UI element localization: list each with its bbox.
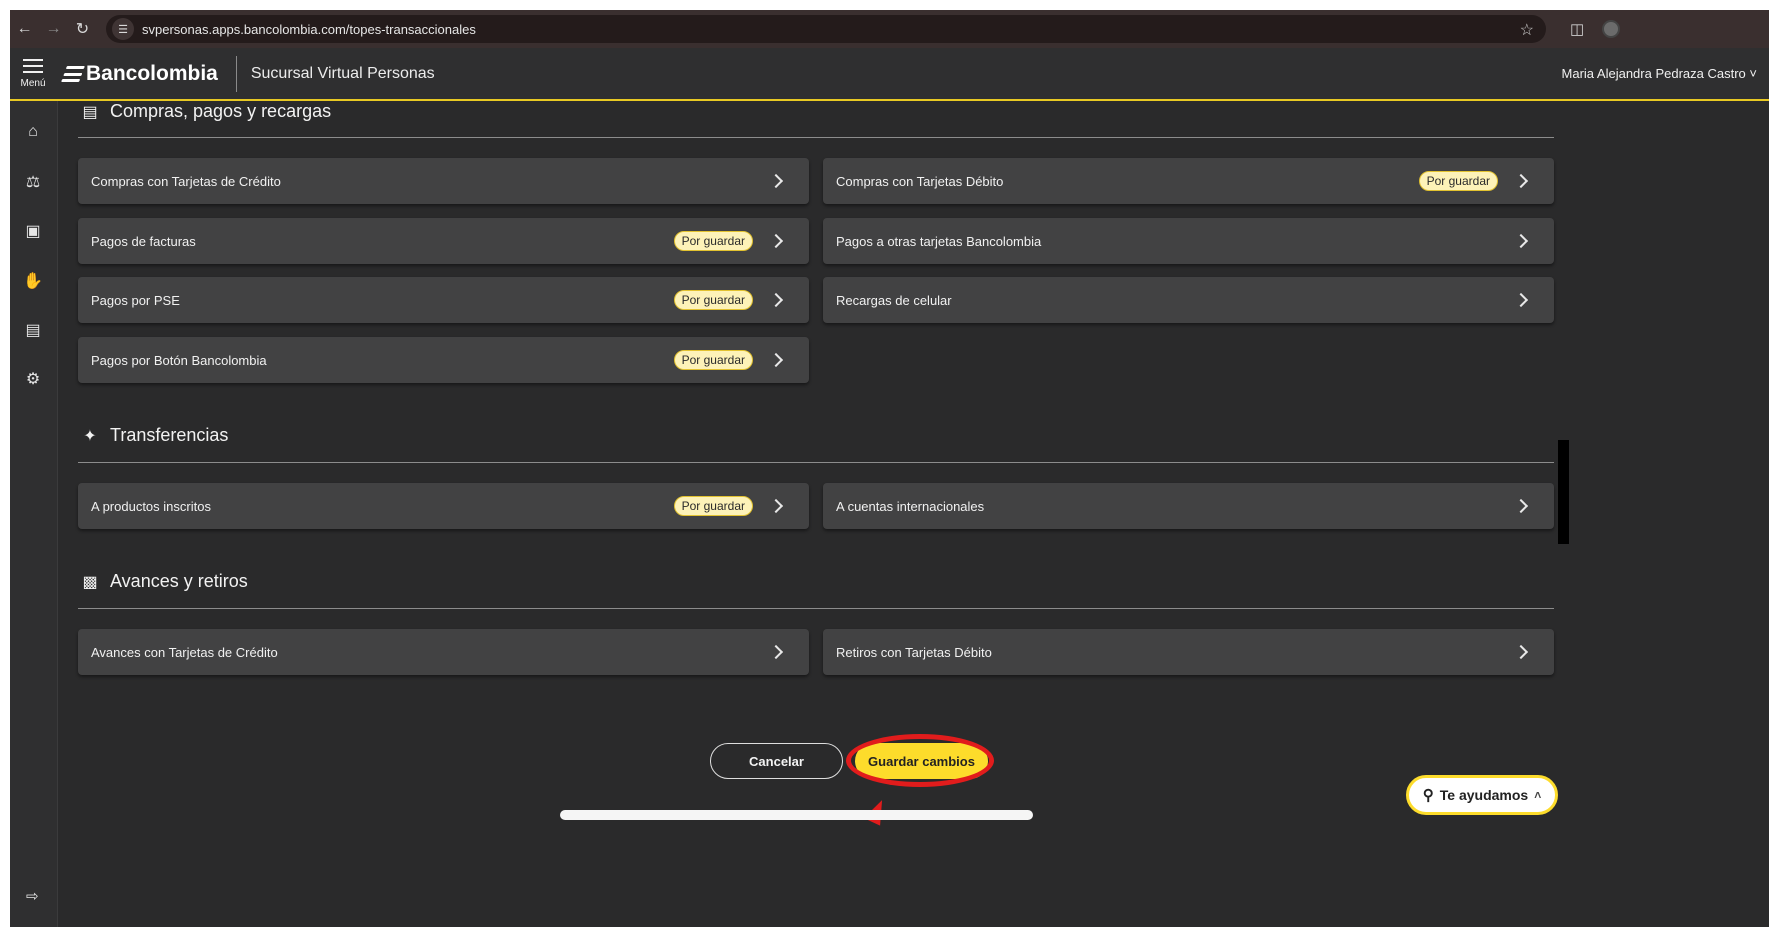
section-title-avances: ▩ Avances y retiros xyxy=(80,571,248,592)
section-divider xyxy=(78,608,1554,609)
limit-card-boton-bancolombia[interactable]: Pagos por Botón Bancolombia Por guardar xyxy=(78,337,809,383)
limit-card-productos-inscritos[interactable]: A productos inscritos Por guardar xyxy=(78,483,809,529)
section-title-text: Compras, pagos y recargas xyxy=(110,101,332,121)
card-label: Pagos de facturas xyxy=(91,233,196,249)
hand-coin-icon[interactable]: ✋ xyxy=(22,270,44,292)
chevron-right-icon xyxy=(1513,173,1529,189)
side-edge-tab[interactable] xyxy=(1558,440,1569,544)
card-label: A productos inscritos xyxy=(91,498,211,514)
browser-extensions: ◫ xyxy=(1570,10,1621,48)
url-text[interactable]: svpersonas.apps.bancolombia.com/topes-tr… xyxy=(142,22,476,37)
status-badge: Por guardar xyxy=(1418,171,1498,191)
card-icon[interactable]: ▣ xyxy=(22,220,44,242)
status-badge: Por guardar xyxy=(673,231,753,251)
site-info-icon[interactable]: ☰ xyxy=(112,18,134,40)
help-label: Te ayudamos xyxy=(1439,787,1529,803)
status-badge: Por guardar xyxy=(673,496,753,516)
status-badge: Por guardar xyxy=(673,350,753,370)
chevron-right-icon xyxy=(768,233,784,249)
chevron-right-icon xyxy=(1513,292,1529,308)
home-icon[interactable]: ⌂ xyxy=(22,121,44,143)
section-title-text: Avances y retiros xyxy=(110,571,248,591)
brand-name: Bancolombia xyxy=(86,61,218,85)
section-divider xyxy=(78,462,1554,463)
card-label: Avances con Tarjetas de Crédito xyxy=(91,644,278,660)
document-icon[interactable]: ▤ xyxy=(22,319,44,341)
bookmark-star-icon[interactable]: ☆ xyxy=(1520,20,1534,40)
bancolombia-logo[interactable]: Bancolombia xyxy=(61,61,218,86)
back-icon[interactable]: ← xyxy=(10,10,39,48)
reload-icon[interactable]: ↻ xyxy=(68,10,97,48)
location-pin-icon: ⚲ xyxy=(1422,787,1434,804)
user-menu[interactable]: Maria Alejandra Pedraza Castro ˅ xyxy=(1562,66,1757,81)
limit-card-pagos-facturas[interactable]: Pagos de facturas Por guardar xyxy=(78,218,809,264)
horizontal-scroll-indicator[interactable] xyxy=(560,810,1033,820)
card-label: A cuentas internacionales xyxy=(836,498,985,514)
address-bar[interactable]: ☰ svpersonas.apps.bancolombia.com/topes-… xyxy=(106,15,1546,43)
chevron-up-icon: ˄ xyxy=(1534,788,1542,802)
extensions-icon[interactable]: ◫ xyxy=(1570,20,1584,38)
app-header: Menú Bancolombia Sucursal Virtual Person… xyxy=(10,48,1769,101)
chevron-right-icon xyxy=(768,644,784,660)
browser-toolbar: ← → ↻ ☰ svpersonas.apps.bancolombia.com/… xyxy=(10,10,1769,48)
side-rail: ⌂ ⚖ ▣ ✋ ▤ ⚙ ⇨ xyxy=(10,101,58,927)
chevron-right-icon xyxy=(1513,644,1529,660)
forward-icon[interactable]: → xyxy=(39,10,68,48)
chevron-right-icon xyxy=(768,498,784,514)
chevron-right-icon xyxy=(1513,498,1529,514)
card-label: Retiros con Tarjetas Débito xyxy=(836,644,992,660)
limit-card-recargas-celular[interactable]: Recargas de celular xyxy=(823,277,1554,323)
section-title-compras: ▤ Compras, pagos y recargas xyxy=(80,101,331,122)
limit-card-pagos-pse[interactable]: Pagos por PSE Por guardar xyxy=(78,277,809,323)
header-divider xyxy=(235,55,237,92)
card-label: Compras con Tarjetas de Crédito xyxy=(91,173,281,189)
limit-card-pagos-otras-tarjetas[interactable]: Pagos a otras tarjetas Bancolombia xyxy=(823,218,1554,264)
money-bag-icon[interactable]: ⚖ xyxy=(22,171,44,193)
logout-icon[interactable]: ⇨ xyxy=(26,887,39,905)
menu-button[interactable]: Menú xyxy=(10,47,56,100)
logo-mark-icon xyxy=(61,65,85,82)
status-badge: Por guardar xyxy=(673,290,753,310)
limit-card-avances-credito[interactable]: Avances con Tarjetas de Crédito xyxy=(78,629,809,675)
card-label: Recargas de celular xyxy=(836,292,952,308)
card-label: Pagos por PSE xyxy=(91,292,180,308)
card-label: Pagos a otras tarjetas Bancolombia xyxy=(836,233,1042,249)
money-icon: ▤ xyxy=(82,103,98,121)
limit-card-compras-credito[interactable]: Compras con Tarjetas de Crédito xyxy=(78,158,809,204)
menu-label: Menú xyxy=(20,77,46,89)
card-label: Compras con Tarjetas Débito xyxy=(836,173,1004,189)
main-content: ▤ Compras, pagos y recargas Compras con … xyxy=(78,101,1554,927)
help-button[interactable]: ⚲ Te ayudamos ˄ xyxy=(1406,775,1558,815)
atm-icon: ▩ xyxy=(82,573,98,591)
section-title-text: Transferencias xyxy=(110,425,229,445)
browser-window: ← → ↻ ☰ svpersonas.apps.bancolombia.com/… xyxy=(10,10,1769,927)
section-title-transferencias: ✦ Transferencias xyxy=(80,425,228,446)
header-subtitle: Sucursal Virtual Personas xyxy=(250,64,435,82)
section-divider xyxy=(78,137,1554,138)
settings-gear-icon[interactable]: ⚙ xyxy=(22,368,44,390)
chevron-right-icon xyxy=(768,352,784,368)
card-label: Pagos por Botón Bancolombia xyxy=(91,352,267,368)
chevron-right-icon xyxy=(1513,233,1529,249)
transfer-icon: ✦ xyxy=(83,427,97,445)
hamburger-icon xyxy=(23,58,43,73)
limit-card-retiros-debito[interactable]: Retiros con Tarjetas Débito xyxy=(823,629,1554,675)
user-name: Maria Alejandra Pedraza Castro xyxy=(1561,66,1746,81)
limit-card-compras-debito[interactable]: Compras con Tarjetas Débito Por guardar xyxy=(823,158,1554,204)
chevron-right-icon xyxy=(768,173,784,189)
chevron-right-icon xyxy=(768,292,784,308)
limit-card-cuentas-internacionales[interactable]: A cuentas internacionales xyxy=(823,483,1554,529)
profile-avatar[interactable] xyxy=(1602,20,1621,38)
cancel-button[interactable]: Cancelar xyxy=(710,743,843,779)
annotation-highlight-ring xyxy=(846,734,994,787)
